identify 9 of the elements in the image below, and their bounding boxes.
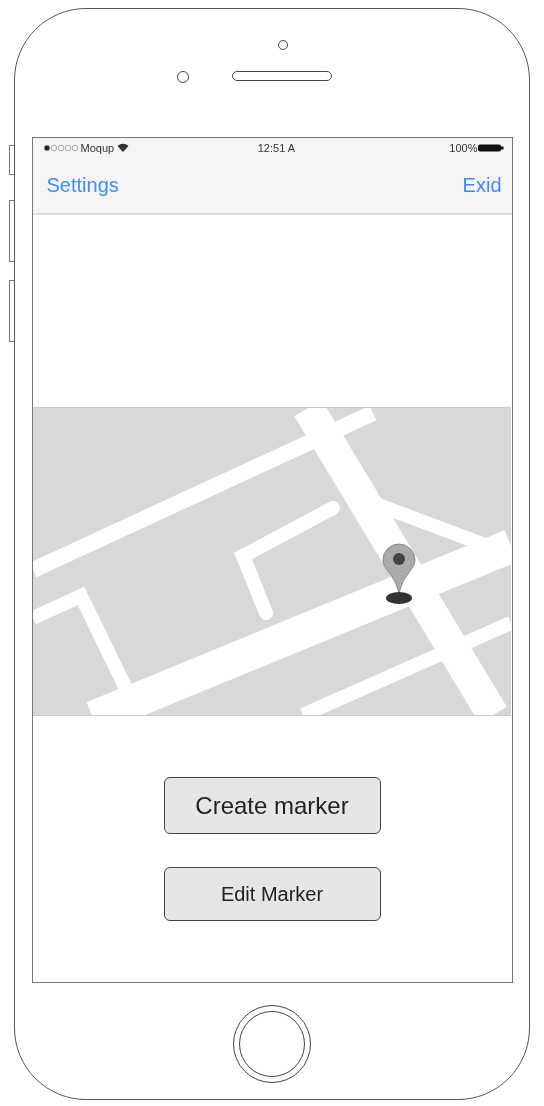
carrier-name: Moqup — [80, 142, 115, 154]
map-pin-icon — [380, 542, 417, 606]
battery-icon — [477, 144, 504, 152]
status-time: 12:51 A — [257, 142, 296, 154]
wifi-icon — [117, 143, 130, 153]
marker-button[interactable]: Edit Marker — [163, 867, 381, 921]
signal-strength-icon — [42, 144, 81, 152]
marker-button[interactable]: Create marker — [163, 777, 381, 834]
battery-level: 100% — [449, 142, 478, 154]
